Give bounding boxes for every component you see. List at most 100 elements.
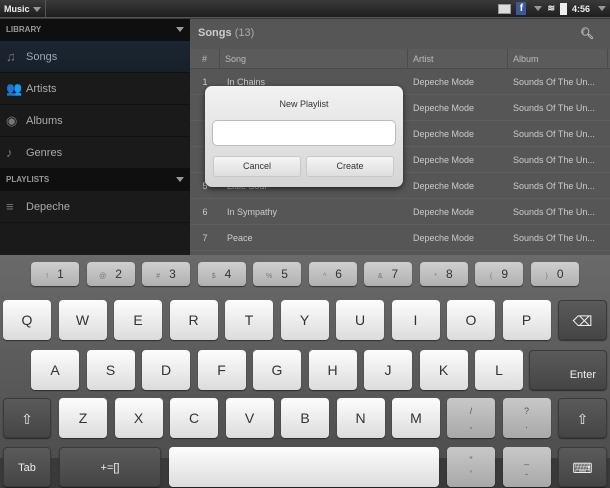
- sidebar-item-albums[interactable]: ◉ Albums: [0, 105, 190, 137]
- sidebar-item-playlist[interactable]: ≡ Depeche: [0, 191, 190, 223]
- sidebar-item-label: Genres: [26, 146, 63, 159]
- key-k[interactable]: K: [419, 350, 468, 390]
- facebook-notification-icon[interactable]: f: [516, 2, 527, 15]
- cell-artist: Depeche Mode: [413, 206, 475, 217]
- shift-left-key[interactable]: ⇧: [3, 398, 51, 438]
- key-t[interactable]: T: [225, 300, 273, 340]
- email-notification-icon[interactable]: [498, 3, 512, 14]
- column-album[interactable]: Album: [508, 49, 608, 68]
- tab-key[interactable]: Tab: [3, 447, 51, 487]
- key-r[interactable]: R: [169, 300, 218, 340]
- key-w[interactable]: W: [58, 300, 107, 340]
- search-icon[interactable]: 🔍︎: [580, 27, 594, 40]
- key-o[interactable]: O: [447, 300, 495, 340]
- disc-icon: ◉: [6, 112, 18, 128]
- key-alt-label: ?: [523, 406, 529, 416]
- key-2[interactable]: @2: [86, 262, 135, 286]
- key-9[interactable]: (9: [475, 262, 523, 286]
- key-l[interactable]: L: [475, 350, 523, 390]
- sidebar-item-label: Songs: [26, 50, 58, 63]
- backspace-key[interactable]: ⌫: [558, 300, 607, 340]
- symbols-key[interactable]: +=[]: [59, 447, 161, 487]
- key-5[interactable]: % 5: [253, 262, 301, 286]
- key-label: U: [354, 312, 366, 328]
- playlists-header[interactable]: PLAYLISTS: [0, 169, 190, 191]
- key-label: D: [160, 362, 172, 378]
- key-alt-label: _: [523, 455, 529, 465]
- key-f[interactable]: F: [197, 350, 246, 390]
- key-label: 2: [115, 267, 122, 281]
- column-song[interactable]: Song: [220, 49, 408, 68]
- key-label: X: [133, 410, 144, 426]
- collapse-icon: [176, 177, 184, 182]
- punct-key[interactable]: _ -: [502, 447, 551, 487]
- key-s[interactable]: S: [86, 350, 135, 390]
- key-alt-label: ^: [323, 273, 327, 280]
- key-d[interactable]: D: [142, 350, 190, 390]
- key-n[interactable]: N: [336, 398, 385, 438]
- sidebar-item-label: Depeche: [26, 200, 71, 213]
- device-menu-chevron-icon[interactable]: [598, 6, 606, 11]
- key-label: .: [525, 420, 528, 430]
- chevron-down-icon[interactable]: [534, 6, 543, 11]
- sidebar-item-artists[interactable]: 👥 Artists: [0, 73, 190, 105]
- key-z[interactable]: Z: [59, 398, 107, 438]
- clock[interactable]: 4:56: [572, 4, 590, 14]
- punct-key[interactable]: " ': [447, 447, 495, 487]
- key-alt-label: $: [211, 273, 216, 280]
- enter-key[interactable]: Enter: [529, 350, 607, 390]
- key-m[interactable]: M: [392, 398, 440, 438]
- space-key[interactable]: [169, 447, 439, 487]
- sidebar-item-songs[interactable]: ♫ Songs: [0, 41, 190, 73]
- genre-icon: ♪: [6, 145, 13, 160]
- hide-keyboard-key[interactable]: ⌨: [558, 447, 607, 487]
- key-v[interactable]: V: [225, 398, 274, 438]
- column-artist[interactable]: Artist: [408, 49, 508, 68]
- cell-album: Sounds Of The Un...: [513, 76, 595, 87]
- sidebar-item-genres[interactable]: ♪ Genres: [0, 137, 190, 169]
- library-label: LIBRARY: [6, 25, 42, 34]
- key-label: I: [413, 312, 418, 328]
- cancel-button[interactable]: Cancel: [213, 156, 301, 177]
- key-3[interactable]: #3: [142, 262, 190, 286]
- column-number[interactable]: #: [190, 49, 220, 68]
- key-c[interactable]: C: [170, 398, 218, 438]
- key-j[interactable]: J: [364, 350, 412, 390]
- punct-key[interactable]: ?.: [502, 398, 551, 438]
- library-header[interactable]: LIBRARY: [0, 19, 190, 41]
- key-1[interactable]: ! 1: [31, 262, 79, 286]
- table-row[interactable]: 7 Peace Depeche Mode Sounds Of The Un...: [190, 225, 610, 251]
- key-8[interactable]: * 8: [419, 262, 468, 286]
- key-p[interactable]: P: [502, 300, 551, 340]
- app-menu[interactable]: Music: [0, 0, 46, 18]
- playlist-name-input[interactable]: [212, 120, 396, 146]
- battery-icon: [559, 2, 567, 15]
- key-label: T: [244, 312, 254, 328]
- table-row[interactable]: 6 In Sympathy Depeche Mode Sounds Of The Un…: [190, 199, 610, 225]
- punct-key[interactable]: /,: [447, 398, 495, 438]
- key-q[interactable]: Q: [3, 300, 51, 340]
- cell-artist: Depeche Mode: [413, 154, 475, 165]
- key-7[interactable]: & 7: [364, 262, 412, 286]
- sidebar-item-label: Artists: [26, 82, 57, 95]
- key-0[interactable]: ) 0: [530, 262, 579, 286]
- create-button[interactable]: Create: [306, 156, 394, 177]
- key-y[interactable]: Y: [280, 300, 329, 340]
- key-u[interactable]: U: [336, 300, 384, 340]
- key-6[interactable]: ^ 6: [308, 262, 357, 286]
- cell-song: In Chains: [227, 76, 266, 87]
- key-b[interactable]: B: [281, 398, 329, 438]
- cell-artist: Depeche Mode: [413, 180, 475, 191]
- key-label: A: [50, 362, 60, 378]
- key-e[interactable]: E: [114, 300, 162, 340]
- key-g[interactable]: G: [253, 350, 301, 390]
- shift-right-key[interactable]: ⇧: [558, 398, 607, 438]
- key-x[interactable]: X: [114, 398, 163, 438]
- key-label: Tab: [18, 462, 36, 474]
- key-alt-label: %: [266, 273, 273, 280]
- key-4[interactable]: $4: [197, 262, 246, 286]
- key-i[interactable]: I: [391, 300, 440, 340]
- music-note-icon: ♫: [6, 49, 16, 64]
- key-h[interactable]: H: [308, 350, 357, 390]
- key-a[interactable]: A: [31, 350, 79, 390]
